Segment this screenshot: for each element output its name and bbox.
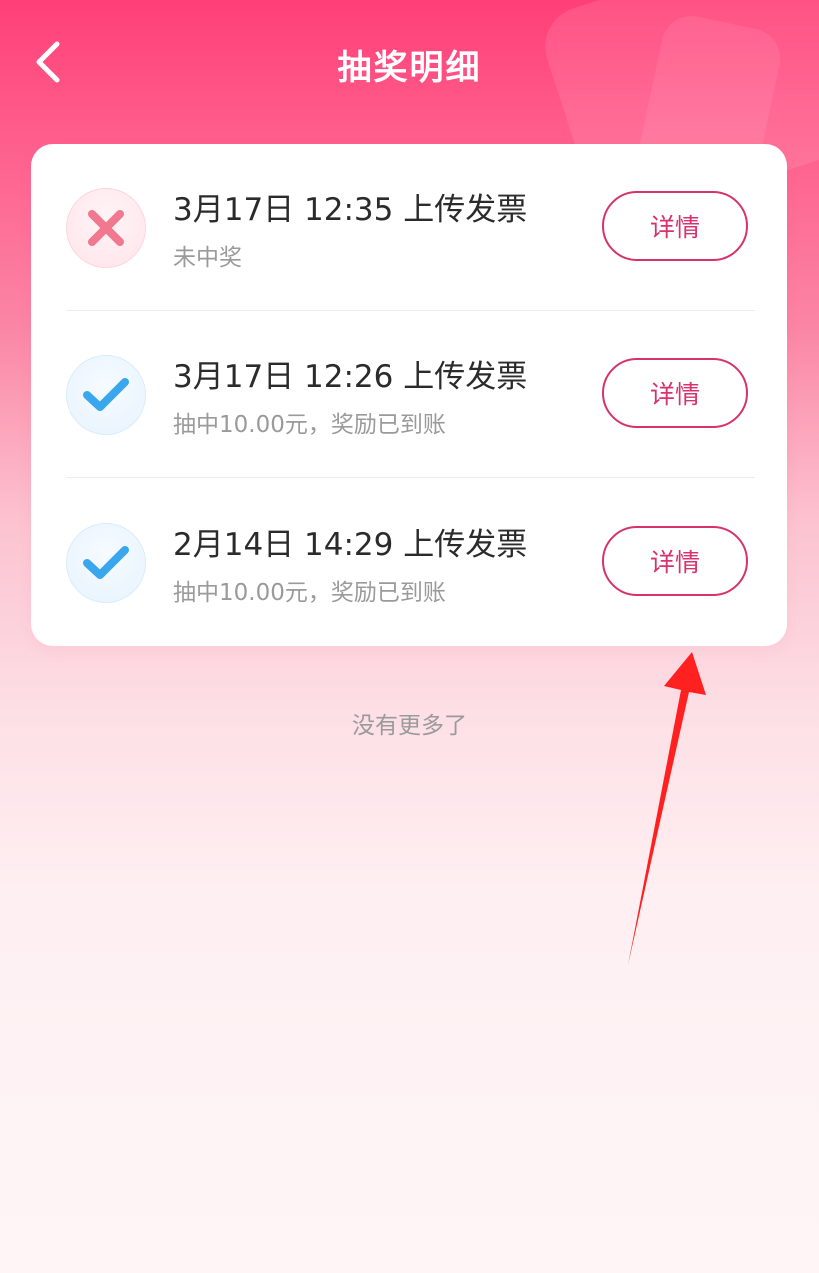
divider [67, 477, 755, 478]
record-title: 2月14日 14:29 上传发票 [173, 527, 528, 563]
status-fail-badge [66, 188, 146, 268]
detail-button[interactable]: 详情 [602, 191, 748, 261]
record-result: 未中奖 [173, 245, 242, 271]
page-title: 抽奖明细 [337, 48, 482, 88]
check-icon [83, 546, 129, 579]
record-result: 抽中10.00元，奖励已到账 [173, 412, 446, 438]
record-title: 3月17日 12:26 上传发票 [173, 359, 528, 395]
status-win-badge [66, 523, 146, 603]
no-more-text: 没有更多了 [352, 713, 467, 739]
status-win-badge [66, 355, 146, 435]
close-icon [88, 210, 124, 246]
record-result: 抽中10.00元，奖励已到账 [173, 580, 446, 606]
header: 抽奖明细 [0, 0, 819, 120]
list-item: 3月17日 12:26 上传发票 抽中10.00元，奖励已到账 详情 [31, 311, 787, 478]
record-list-card: 3月17日 12:35 上传发票 未中奖 详情 3月17日 12:26 上传发票… [31, 144, 787, 646]
list-item: 3月17日 12:35 上传发票 未中奖 详情 [31, 144, 787, 311]
detail-button[interactable]: 详情 [602, 358, 748, 428]
detail-button[interactable]: 详情 [602, 526, 748, 596]
check-icon [83, 378, 129, 411]
record-title: 3月17日 12:35 上传发票 [173, 192, 528, 228]
list-item: 2月14日 14:29 上传发票 抽中10.00元，奖励已到账 详情 [31, 479, 787, 646]
